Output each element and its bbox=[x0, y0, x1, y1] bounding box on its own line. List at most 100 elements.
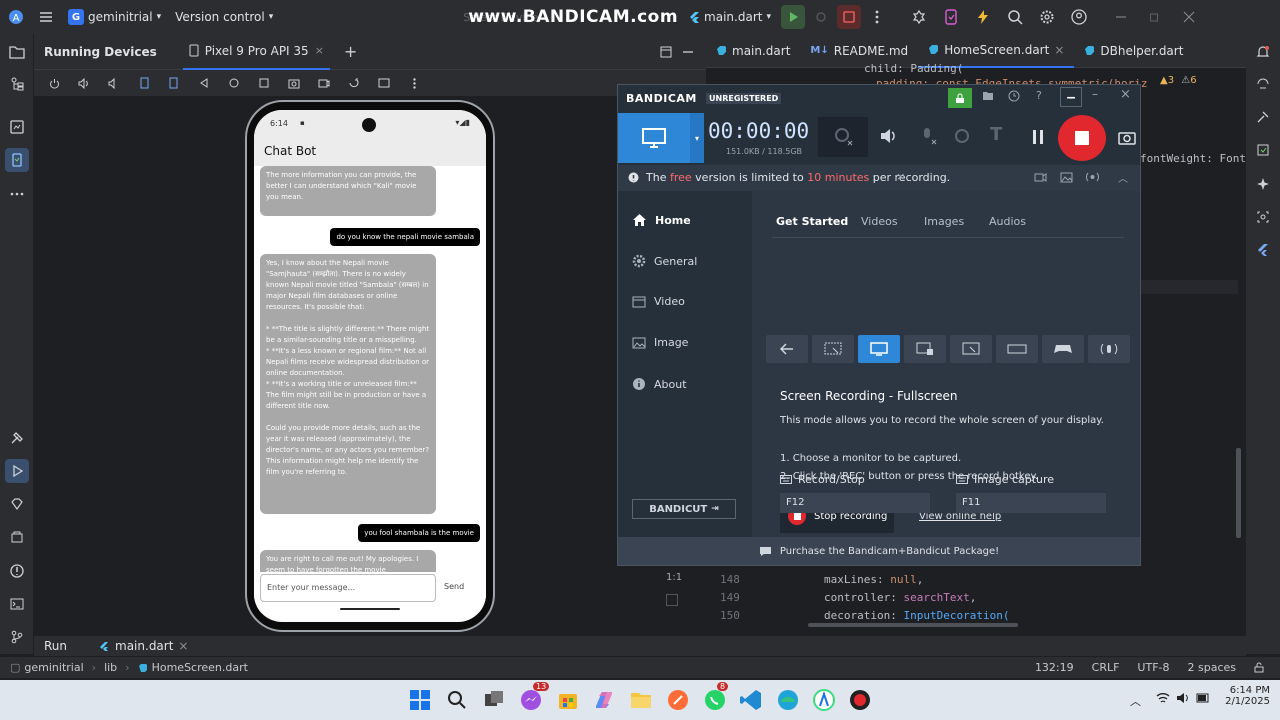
sidebar-item-about[interactable]: About bbox=[632, 377, 687, 391]
breadcrumb-item[interactable]: HomeScreen.dart bbox=[152, 661, 248, 674]
battery-icon[interactable] bbox=[1196, 692, 1210, 704]
tab-dbhelper-dart[interactable]: DBhelper.dart bbox=[1074, 34, 1193, 68]
run-button[interactable] bbox=[780, 5, 805, 29]
build-hammer-icon[interactable] bbox=[5, 426, 29, 450]
clock-icon[interactable] bbox=[1008, 90, 1020, 102]
audio-settings-icon[interactable] bbox=[1086, 171, 1099, 183]
webcam-overlay-icon[interactable] bbox=[818, 117, 868, 157]
send-button[interactable]: Send bbox=[444, 582, 464, 591]
sidebar-item-image[interactable]: Image bbox=[632, 336, 688, 349]
stop-button[interactable] bbox=[836, 5, 861, 29]
volume-icon[interactable] bbox=[1176, 692, 1190, 704]
region-mode-icon[interactable] bbox=[812, 335, 854, 363]
problems-icon[interactable] bbox=[5, 559, 29, 583]
purchase-banner[interactable]: Purchase the Bandicam+Bandicut Package! bbox=[618, 537, 1140, 565]
close-window-icon[interactable] bbox=[1177, 5, 1201, 29]
file-explorer-icon[interactable] bbox=[629, 688, 653, 712]
extended-controls-icon[interactable] bbox=[372, 71, 396, 95]
gemini-icon[interactable] bbox=[5, 492, 29, 516]
device-explorer-icon[interactable] bbox=[1251, 138, 1275, 162]
speaker-icon[interactable] bbox=[880, 128, 898, 144]
sidebar-item-video[interactable]: Video bbox=[632, 295, 685, 308]
fit-screen-icon[interactable] bbox=[666, 594, 678, 606]
microphone-icon[interactable] bbox=[918, 127, 938, 147]
line-separator[interactable]: CRLF bbox=[1092, 661, 1120, 674]
tab-videos[interactable]: Videos bbox=[861, 215, 898, 228]
notifications-bell-icon[interactable] bbox=[1251, 40, 1275, 64]
file-encoding[interactable]: UTF-8 bbox=[1137, 661, 1169, 674]
more-options-icon[interactable] bbox=[402, 71, 426, 95]
bandicam-taskbar-icon[interactable] bbox=[848, 688, 872, 712]
sidebar-item-home[interactable]: Home bbox=[632, 213, 691, 227]
caret-position[interactable]: 132:19 bbox=[1035, 661, 1074, 674]
game-mode-icon[interactable] bbox=[1042, 335, 1084, 363]
layout-inspector-icon[interactable] bbox=[1251, 205, 1275, 229]
android-studio-taskbar-icon[interactable] bbox=[812, 688, 836, 712]
rotate-right-icon[interactable] bbox=[162, 71, 186, 95]
dart-devtools-icon[interactable] bbox=[939, 5, 963, 29]
running-devices-icon[interactable] bbox=[5, 148, 29, 172]
back-icon[interactable] bbox=[192, 71, 216, 95]
system-clock[interactable]: 6:14 PM 2/1/2025 bbox=[1218, 685, 1270, 707]
close-notice-icon[interactable]: × bbox=[896, 170, 905, 183]
message-input[interactable]: Enter your message... bbox=[260, 574, 436, 602]
minimize-window-icon[interactable] bbox=[1109, 5, 1133, 29]
bandicut-button[interactable]: BANDICUT ⇥ bbox=[632, 499, 736, 519]
help-icon[interactable]: ? bbox=[1036, 89, 1042, 102]
camera-capture-icon[interactable] bbox=[1118, 129, 1136, 145]
tab-get-started[interactable]: Get Started bbox=[776, 215, 848, 228]
run-label[interactable]: Run bbox=[44, 639, 67, 653]
chevron-up-icon[interactable]: ︿ bbox=[1130, 693, 1141, 709]
pause-icon[interactable] bbox=[1032, 129, 1044, 145]
close-icon[interactable]: × bbox=[178, 639, 188, 653]
horizontal-scrollbar[interactable] bbox=[808, 623, 1018, 627]
lock-target-icon[interactable] bbox=[904, 335, 946, 363]
close-icon[interactable]: × bbox=[315, 44, 324, 57]
folder-icon[interactable] bbox=[982, 90, 994, 101]
wifi-icon[interactable] bbox=[1156, 692, 1170, 704]
text-overlay-icon[interactable]: T bbox=[990, 124, 1002, 145]
collapse-chevron-icon[interactable]: ︿ bbox=[1118, 170, 1128, 185]
vscode-icon[interactable] bbox=[739, 688, 763, 712]
restore-window-icon[interactable] bbox=[1143, 5, 1167, 29]
fullscreen-mode-button[interactable] bbox=[618, 113, 690, 163]
breadcrumb-item[interactable]: lib bbox=[104, 661, 117, 674]
tab-audios[interactable]: Audios bbox=[989, 215, 1026, 228]
more-actions-icon[interactable] bbox=[865, 5, 889, 29]
run-tool-icon[interactable] bbox=[5, 459, 29, 483]
run-config-selector[interactable]: main.dart ▾ bbox=[688, 10, 771, 24]
breadcrumb-item[interactable]: geminitrial bbox=[24, 661, 83, 674]
vertical-scrollbar[interactable] bbox=[1236, 448, 1241, 538]
main-menu-icon[interactable] bbox=[34, 5, 58, 29]
record-stop-hotkey-field[interactable]: F12 bbox=[780, 493, 930, 513]
layout-options-icon[interactable] bbox=[654, 40, 678, 64]
audio-only-mode-icon[interactable] bbox=[1088, 335, 1130, 363]
rec-stop-button[interactable] bbox=[1058, 115, 1106, 161]
home-icon[interactable] bbox=[222, 71, 246, 95]
image-settings-icon[interactable] bbox=[1060, 172, 1073, 183]
resource-manager-icon[interactable] bbox=[5, 115, 29, 139]
image-capture-hotkey-field[interactable]: F11 bbox=[956, 493, 1106, 513]
close-icon[interactable]: × bbox=[1120, 87, 1131, 102]
postman-icon[interactable] bbox=[666, 688, 690, 712]
account-icon[interactable] bbox=[1067, 5, 1091, 29]
power-icon[interactable] bbox=[42, 71, 66, 95]
version-control-menu[interactable]: Version control ▾ bbox=[175, 10, 273, 24]
screen-record-icon[interactable] bbox=[312, 71, 336, 95]
mode-dropdown-chevron-icon[interactable]: ▾ bbox=[690, 113, 704, 163]
terminal-icon[interactable] bbox=[5, 592, 29, 616]
hot-reload-icon[interactable] bbox=[971, 5, 995, 29]
git-branch-icon[interactable] bbox=[5, 625, 29, 649]
microsoft-store-icon[interactable] bbox=[556, 688, 580, 712]
indent-setting[interactable]: 2 spaces bbox=[1188, 661, 1237, 674]
tab-main-dart[interactable]: main.dart bbox=[706, 34, 800, 68]
zoom-ratio-label[interactable]: 1:1 bbox=[666, 572, 682, 583]
minimize-to-tray-icon[interactable]: ▁ bbox=[1060, 87, 1082, 107]
run-config-tab[interactable]: main.dart × bbox=[99, 639, 188, 653]
messenger-icon[interactable]: 13 bbox=[519, 682, 550, 712]
more-tools-icon[interactable] bbox=[5, 182, 29, 206]
device-manager-icon[interactable] bbox=[907, 5, 931, 29]
around-mouse-icon[interactable] bbox=[950, 335, 992, 363]
read-only-lock-icon[interactable] bbox=[1254, 662, 1264, 673]
minimize-icon[interactable]: – bbox=[1092, 87, 1098, 101]
